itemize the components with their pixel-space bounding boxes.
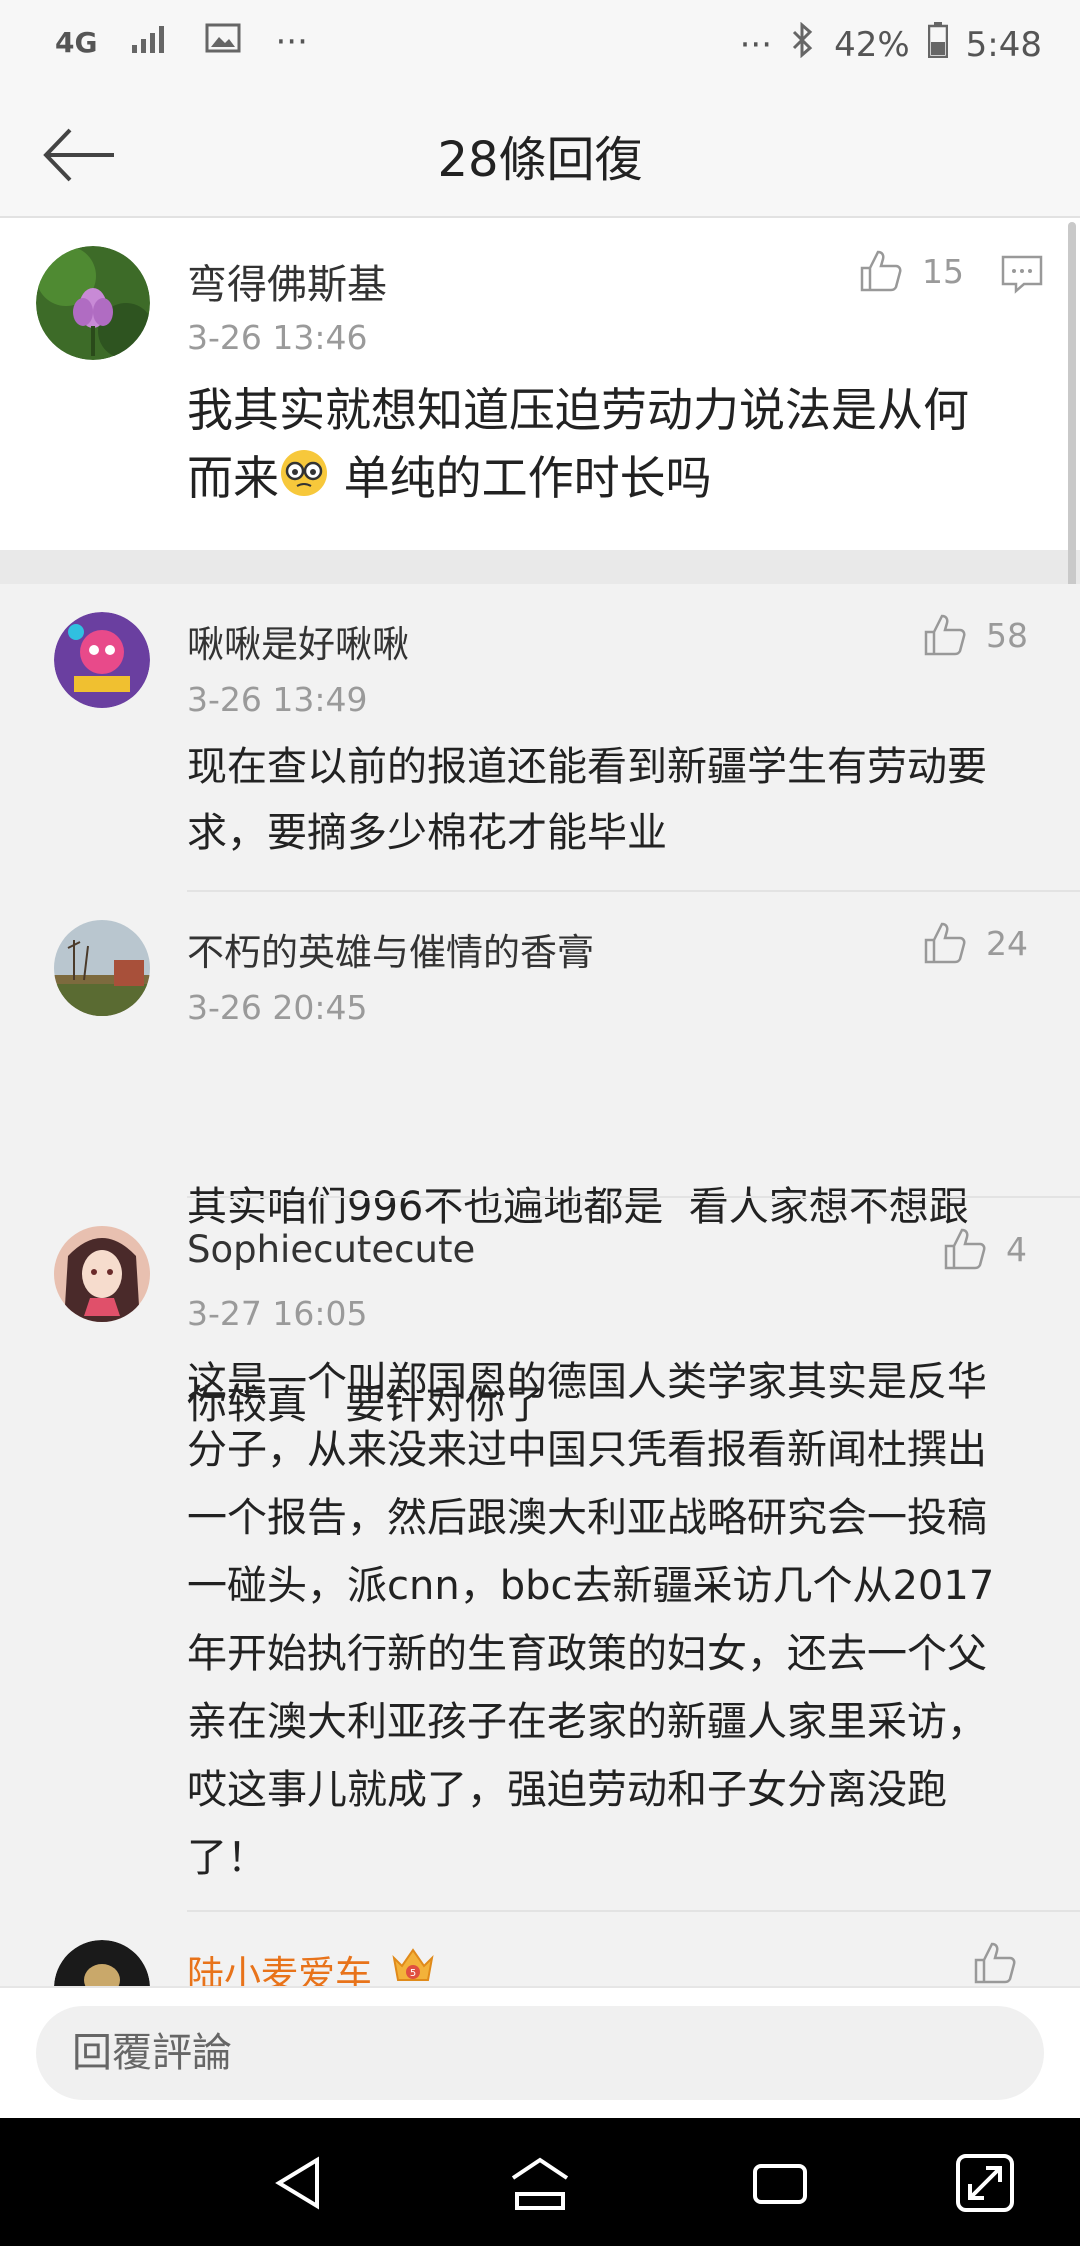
username[interactable]: 弯得佛斯基 bbox=[187, 252, 387, 310]
image-icon bbox=[205, 22, 241, 62]
avatar[interactable] bbox=[54, 612, 150, 708]
nav-home-button[interactable] bbox=[505, 2148, 575, 2218]
like-count: 58 bbox=[986, 615, 1028, 655]
header: 28條回復 bbox=[0, 90, 1080, 218]
divider bbox=[187, 1910, 1080, 1912]
page-title: 28條回復 bbox=[437, 132, 643, 188]
cartoon-avatar-icon bbox=[54, 612, 150, 708]
lotus-avatar-icon bbox=[36, 246, 150, 360]
reply-text: 这是一个叫郑国恩的德国人类学家其实是反华 分子，从来没来过中国只凭看报看新闻杜撰… bbox=[187, 1359, 995, 1881]
like-count: 15 bbox=[922, 251, 964, 291]
reply-input-bar: 回覆評論 bbox=[0, 1986, 1080, 2118]
svg-text:5: 5 bbox=[410, 1968, 416, 1979]
username[interactable]: 啾啾是好啾啾 bbox=[187, 614, 409, 668]
more-notifications-icon: ··· bbox=[275, 22, 308, 62]
timestamp: 3-26 13:49 bbox=[187, 680, 368, 719]
nav-recents-button[interactable] bbox=[745, 2148, 815, 2218]
comment-text: 我其实就想知道压迫劳动力说法是从何 而来 单纯的工作时长吗 bbox=[187, 376, 1047, 516]
landscape-avatar-icon bbox=[54, 920, 150, 1016]
like-count: 4 bbox=[1006, 1229, 1027, 1269]
glasses-emoji-icon bbox=[279, 448, 329, 516]
battery-icon bbox=[927, 22, 948, 67]
statue-avatar-icon bbox=[54, 1940, 150, 1986]
timestamp: 3-26 13:46 bbox=[187, 318, 368, 357]
username[interactable]: 陆小麦爱车 bbox=[187, 1944, 372, 1986]
crown-badge-icon: 5 bbox=[390, 1942, 436, 1986]
thumbs-up-icon bbox=[944, 1228, 986, 1270]
thumbs-up-icon bbox=[924, 922, 966, 964]
avatar[interactable] bbox=[54, 1226, 150, 1322]
clock: 5:48 bbox=[965, 24, 1042, 65]
like-button[interactable] bbox=[972, 1940, 1018, 1986]
like-button[interactable]: 58 bbox=[922, 612, 1028, 658]
reply-list: 啾啾是好啾啾 3-26 13:49 58 现在查以前的报道还能看到新疆学生有劳动… bbox=[0, 584, 1080, 1986]
bluetooth-icon bbox=[790, 21, 816, 67]
original-comment: 弯得佛斯基 3-26 13:46 15 我其实就想知道压迫劳动力说法是从何 而来… bbox=[0, 218, 1080, 550]
triangle-back-icon bbox=[275, 2156, 319, 2210]
divider bbox=[187, 1196, 1080, 1198]
like-button[interactable]: 4 bbox=[942, 1226, 1027, 1272]
status-bar: 4G ··· ··· 42% 5:48 bbox=[0, 0, 1080, 90]
like-count: 24 bbox=[986, 923, 1028, 963]
thumbs-up-icon bbox=[860, 250, 902, 292]
nav-expand-button[interactable] bbox=[950, 2148, 1020, 2218]
comment-icon bbox=[1001, 255, 1043, 294]
avatar[interactable] bbox=[54, 920, 150, 1016]
avatar[interactable] bbox=[36, 246, 150, 360]
like-button[interactable]: 15 bbox=[858, 248, 964, 294]
recents-icon bbox=[753, 2164, 807, 2204]
expand-icon bbox=[956, 2154, 1014, 2212]
reply-input[interactable]: 回覆評論 bbox=[36, 2006, 1044, 2100]
reply-comment-button[interactable] bbox=[1000, 254, 1044, 298]
like-button[interactable]: 24 bbox=[922, 920, 1028, 966]
username[interactable]: 不朽的英雄与催情的香膏 bbox=[187, 922, 594, 976]
thumbs-up-icon bbox=[974, 1942, 1016, 1984]
timestamp: 3-27 16:05 bbox=[187, 1294, 368, 1333]
thumbs-up-icon bbox=[924, 614, 966, 656]
scrollbar[interactable] bbox=[1068, 222, 1076, 632]
battery-percent: 42% bbox=[834, 24, 910, 65]
nav-back-button[interactable] bbox=[265, 2148, 335, 2218]
username[interactable]: Sophiecutecute bbox=[187, 1228, 475, 1271]
section-gap bbox=[0, 550, 1080, 584]
timestamp: 3-26 20:45 bbox=[187, 988, 368, 1027]
home-icon bbox=[511, 2157, 569, 2210]
reply-text: 现在查以前的报道还能看到新疆学生有劳动要 求，要摘多少棉花才能毕业 bbox=[187, 744, 987, 856]
divider bbox=[187, 890, 1080, 892]
anime-girl-avatar-icon bbox=[54, 1226, 150, 1322]
network-4g-icon: 4G bbox=[55, 25, 98, 59]
system-nav-bar bbox=[0, 2118, 1080, 2246]
more-status-icon: ··· bbox=[739, 24, 773, 65]
signal-icon bbox=[131, 22, 171, 62]
avatar[interactable] bbox=[54, 1940, 150, 1986]
